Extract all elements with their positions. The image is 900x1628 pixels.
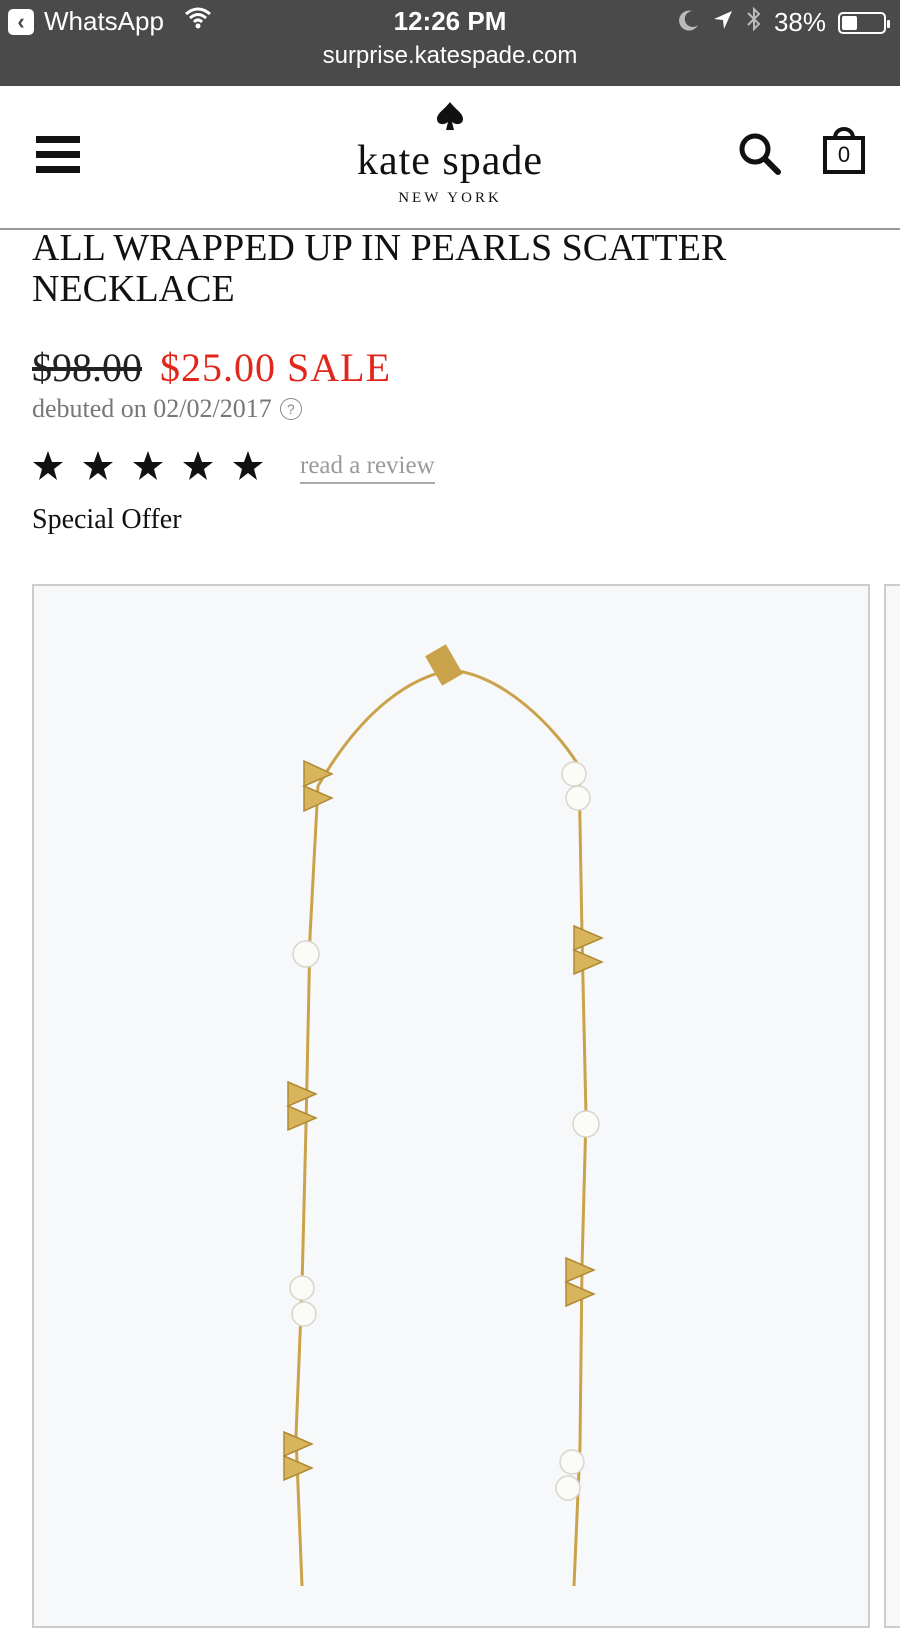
product-title: ALL WRAPPED UP IN PEARLS SCATTER NECKLAC…: [32, 227, 727, 310]
wifi-icon: [184, 4, 212, 37]
status-icons: 38%: [678, 6, 890, 39]
logo-wordmark: kate spade: [356, 138, 544, 184]
star-icon: [233, 451, 263, 480]
battery-icon: [838, 11, 890, 34]
hamburger-icon: [36, 136, 80, 143]
star-icon: [183, 451, 213, 480]
hamburger-icon-line: [36, 151, 80, 158]
cart-count: 0: [837, 142, 851, 167]
price-row: $98.00 $25.00 SALE: [32, 344, 391, 391]
read-review-link[interactable]: read a review: [300, 452, 435, 484]
star-rating[interactable]: [32, 450, 264, 482]
star-icon: [133, 451, 163, 480]
next-image-peek[interactable]: [884, 584, 900, 1628]
sale-price: $25.00 SALE: [160, 345, 391, 390]
spade-icon: [300, 100, 600, 138]
question-icon[interactable]: ?: [279, 398, 302, 420]
search-icon: [739, 133, 781, 175]
star-icon: [33, 451, 63, 480]
special-offer-label: Special Offer: [32, 504, 182, 535]
back-to-app-label[interactable]: WhatsApp: [44, 6, 164, 37]
back-arrow-icon[interactable]: ‹: [8, 9, 34, 35]
location-arrow-icon: [712, 7, 734, 38]
debut-date-text: debuted on 02/02/2017: [32, 394, 272, 423]
site-header: kate spade NEW YORK 0: [0, 86, 900, 230]
hamburger-icon-line: [36, 166, 80, 173]
menu-button[interactable]: [36, 136, 80, 174]
original-price: $98.00: [32, 345, 142, 390]
shopping-bag-button[interactable]: 0: [822, 122, 866, 176]
logo-subtitle: NEW YORK: [398, 190, 502, 206]
battery-percent: 38%: [773, 7, 826, 37]
search-button[interactable]: [736, 130, 782, 176]
status-bar: ‹ WhatsApp 12:26 PM 38% surprise.katespa…: [0, 0, 900, 86]
bluetooth-icon: [746, 6, 762, 39]
moon-icon: [678, 7, 700, 38]
debut-date: debuted on 02/02/2017 ?: [32, 394, 302, 424]
star-icon: [83, 451, 113, 480]
product-image[interactable]: [32, 584, 870, 1628]
necklace-image: [282, 644, 604, 1587]
address-bar-url[interactable]: surprise.katespade.com: [0, 42, 900, 70]
brand-logo[interactable]: kate spade NEW YORK: [300, 100, 600, 207]
